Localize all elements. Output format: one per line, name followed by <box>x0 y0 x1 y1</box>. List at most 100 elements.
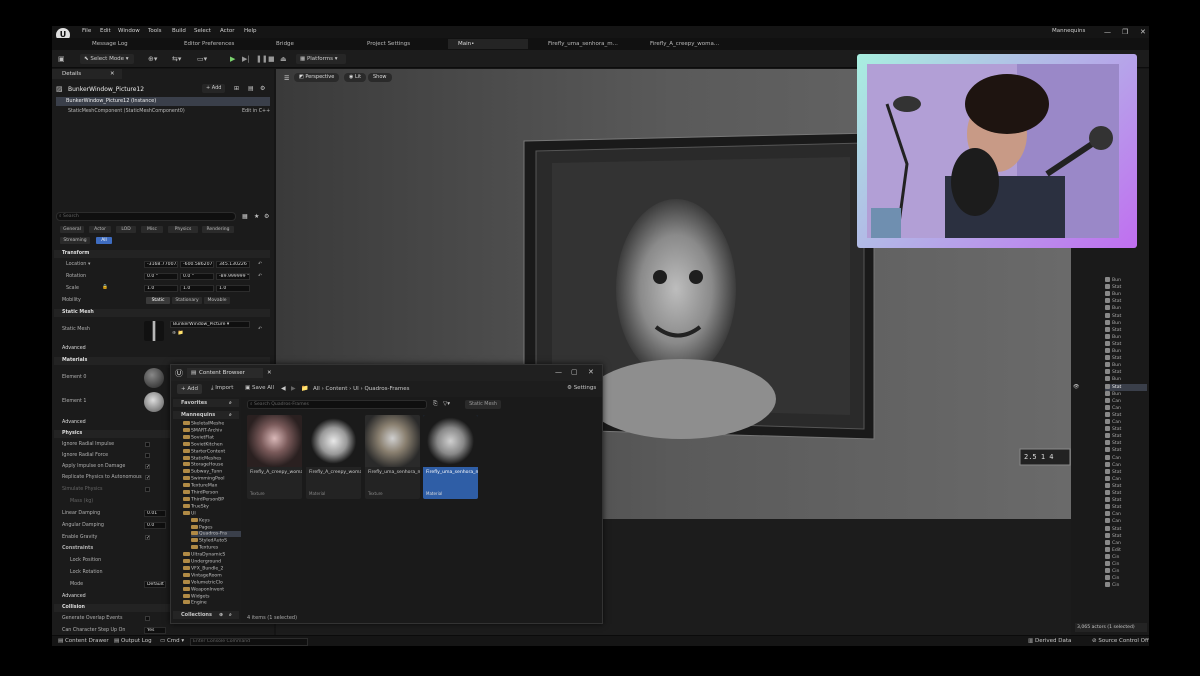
folder-item[interactable]: UI <box>183 510 196 517</box>
platforms-dropdown[interactable]: ▦ Platforms ▾ <box>296 54 346 64</box>
visibility-eye-icon[interactable]: 👁 <box>1073 384 1079 390</box>
menu-file[interactable]: File <box>82 28 91 34</box>
category-misc[interactable]: Misc <box>141 226 163 233</box>
outliner-row[interactable]: Stat <box>1105 355 1121 362</box>
outliner-row[interactable]: Stat <box>1105 525 1121 533</box>
mode-dropdown[interactable]: Default <box>144 581 166 588</box>
ignore-radial-force-checkbox[interactable] <box>145 453 150 458</box>
folder-item[interactable]: UltraDynamicS <box>183 552 225 558</box>
outliner-row[interactable]: Stat <box>1105 326 1121 334</box>
folder-item[interactable]: Engine <box>183 600 207 606</box>
add-component-button[interactable]: + Add <box>202 84 226 93</box>
menu-help[interactable]: Help <box>244 28 257 34</box>
actor-name[interactable]: BunkerWindow_Picture12 <box>68 86 144 93</box>
folder-item[interactable]: VolumetricClo <box>183 579 223 586</box>
content-browser-tab[interactable]: ▤ Content Browser ✕ <box>187 368 272 378</box>
maximize-icon[interactable]: ❐ <box>1122 28 1128 36</box>
tab-main[interactable]: Main• <box>448 39 528 49</box>
tab-project-settings[interactable]: Project Settings <box>357 39 441 49</box>
outliner-row[interactable]: Stat <box>1105 447 1121 454</box>
location-reset-icon[interactable]: ↶ <box>258 262 262 267</box>
location-y-field[interactable]: -600.586207 <box>180 261 214 268</box>
element-1-thumbnail[interactable] <box>144 392 164 412</box>
star-icon[interactable]: ★ <box>254 213 259 220</box>
outliner-row[interactable]: Bun <box>1105 277 1121 284</box>
folder-item[interactable]: Keys <box>191 517 210 524</box>
save-icon[interactable]: ▣ <box>58 55 65 63</box>
folder-item[interactable]: SkeletalMeshe <box>183 421 224 427</box>
rotation-x-field[interactable]: 0.0 ° <box>144 273 178 280</box>
save-search-icon[interactable]: ⎘ <box>433 401 437 408</box>
asset-search-input[interactable]: ⌕ Search Quadros-Frames <box>247 400 427 409</box>
cb-close-icon[interactable]: ✕ <box>588 368 594 376</box>
project-section[interactable]: Mannequins ⌕ <box>173 411 239 419</box>
eject-icon[interactable]: ⏏ <box>280 55 287 63</box>
outliner-row[interactable]: Stat <box>1105 440 1121 447</box>
category-actor[interactable]: Actor <box>89 226 111 233</box>
category-streaming[interactable]: Streaming <box>60 237 90 244</box>
console-command-input[interactable]: Enter Console Command <box>190 638 308 646</box>
folder-item[interactable]: Quadros-Fra <box>191 531 241 538</box>
outliner-row[interactable]: Stat <box>1105 532 1121 540</box>
tab-message-log[interactable]: Message Log <box>82 39 166 49</box>
folder-item[interactable]: Pages <box>191 524 213 531</box>
location-z-field[interactable]: 345.130226 <box>216 261 250 268</box>
outliner-row[interactable]: Can <box>1105 518 1121 525</box>
mobility-static[interactable]: Static <box>146 297 170 304</box>
folder-item[interactable]: SMART-Archiv <box>183 427 222 434</box>
rotation-y-field[interactable]: 0.0 ° <box>180 273 214 280</box>
mesh-reset-icon[interactable]: ↶ <box>258 327 262 332</box>
favorites-section[interactable]: Favorites ⌕ <box>173 399 239 407</box>
history-forward-icon[interactable]: ▶ <box>291 385 296 392</box>
constraints-label[interactable]: Constraints <box>62 546 93 551</box>
cb-minimize-icon[interactable]: — <box>555 368 562 376</box>
breadcrumb-content[interactable]: Content <box>326 386 348 392</box>
outliner-row[interactable]: Can <box>1105 404 1121 412</box>
folder-item[interactable]: TextureMax <box>183 483 217 489</box>
cb-settings-button[interactable]: ⚙ Settings <box>567 385 596 391</box>
perspective-button[interactable]: ◩ Perspective <box>294 73 340 82</box>
rotation-reset-icon[interactable]: ↶ <box>258 274 262 279</box>
outliner-row[interactable]: Stat <box>1105 426 1121 433</box>
folder-item[interactable]: SovietFlat <box>183 434 214 441</box>
category-general[interactable]: General <box>60 226 84 233</box>
browse-mesh-icon[interactable]: ⊕ 📁 <box>172 331 184 336</box>
folder-item[interactable]: ThirdPerson <box>183 490 218 496</box>
breadcrumb-ui[interactable]: UI <box>353 386 359 392</box>
replicate-physics-checkbox[interactable]: ✓ <box>145 475 150 481</box>
static-mesh-dropdown[interactable]: BunkerWindow_Picture ▾ <box>170 321 250 328</box>
outliner-row[interactable]: Bun <box>1105 305 1121 312</box>
folder-item[interactable]: Widgets <box>183 593 210 600</box>
instance-row[interactable]: BunkerWindow_Picture12 (Instance) <box>56 97 270 106</box>
static-mesh-thumbnail[interactable] <box>144 321 164 341</box>
scale-z-field[interactable]: 1.0 <box>216 285 250 292</box>
tab-firefly-senhora[interactable]: Firefly_uma_senhora_m... <box>538 39 634 49</box>
blueprint-icon[interactable]: ⇆▾ <box>172 55 181 63</box>
outliner-row[interactable]: Stat <box>1105 497 1121 504</box>
outliner-row[interactable]: Can <box>1105 475 1121 483</box>
lit-button[interactable]: ◉ Lit <box>344 73 367 82</box>
layout-icon[interactable]: ▤ <box>248 85 254 92</box>
derived-data-button[interactable]: ▥ Derived Data <box>1028 638 1071 644</box>
outliner-row[interactable]: Stat <box>1105 383 1147 391</box>
menu-edit[interactable]: Edit <box>100 28 111 34</box>
details-close-icon[interactable]: ✕ <box>110 69 115 79</box>
folder-item[interactable]: TrueSky <box>183 503 209 510</box>
outliner-row[interactable]: Stat <box>1105 490 1121 497</box>
folder-item[interactable]: ThirdPersonBP <box>183 496 224 503</box>
step-up-dropdown[interactable]: Yes <box>144 627 166 634</box>
menu-actor[interactable]: Actor <box>220 28 234 34</box>
history-back-icon[interactable]: ◀ <box>281 385 286 392</box>
location-dropdown-icon[interactable]: ▾ <box>88 262 90 267</box>
folder-item[interactable]: StyledAutoS <box>191 538 227 544</box>
outliner-row[interactable]: Stat <box>1105 312 1121 320</box>
static-mesh-filter-chip[interactable]: Static Mesh <box>465 400 501 409</box>
folder-item[interactable]: StorageHouse <box>183 462 223 468</box>
category-lod[interactable]: LOD <box>116 226 136 233</box>
outliner-row[interactable]: Cin <box>1105 568 1119 575</box>
collections-section[interactable]: Collections ⊕ ⌕ <box>173 611 239 619</box>
add-actor-icon[interactable]: ⊕▾ <box>148 55 157 63</box>
content-drawer-button[interactable]: ▤ Content Drawer <box>58 638 109 644</box>
details-settings-icon[interactable]: ⚙ <box>260 85 265 92</box>
menu-tools[interactable]: Tools <box>148 28 162 34</box>
